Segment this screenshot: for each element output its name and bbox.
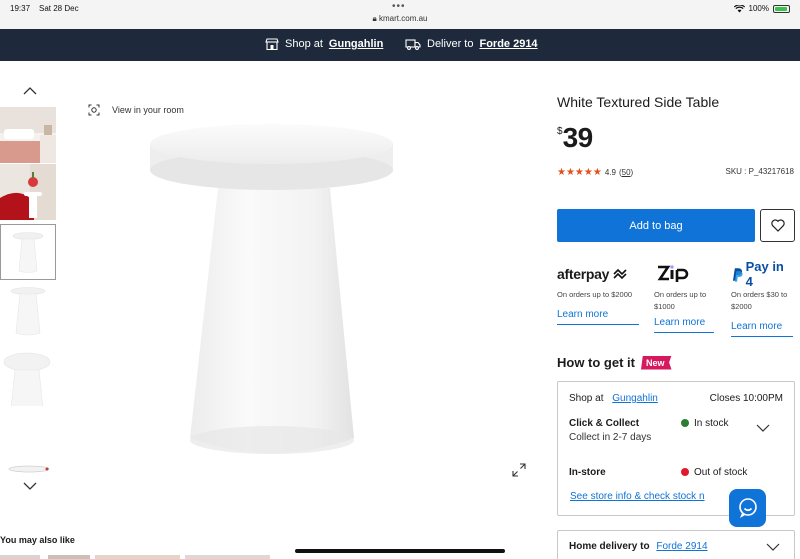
paypal-logo: Pay in 4 [731,259,793,289]
recommendation-thumb[interactable] [0,555,40,559]
zip-option: zip On orders up to $1000 Learn more [654,264,714,333]
battery-percent: 100% [748,4,769,13]
afterpay-arrows-icon [613,268,627,280]
date: Sat 28 Dec [39,4,79,13]
price-amount: 39 [562,122,594,153]
add-to-bag-button[interactable]: Add to bag [557,209,755,242]
store-info-link[interactable]: See store info & check stock n [570,491,705,502]
thumbnail-plain[interactable] [0,285,56,341]
zip-terms: On orders up to $1000 [654,290,707,311]
clock: 19:37 [10,4,31,13]
product-price: $ 39 [557,122,593,154]
delivery-location-link[interactable]: Forde 2914 [479,38,537,50]
view-in-room-button[interactable]: View in your room [88,104,184,116]
home-delivery-location-link[interactable]: Forde 2914 [656,541,707,552]
click-collect-title: Click & Collect [569,418,640,429]
you-may-also-like-heading: You may also like [0,535,75,545]
thumbnail-bedroom[interactable] [0,107,56,163]
chevron-up-icon[interactable] [23,86,37,95]
address-bar[interactable]: 🔒︎ kmart.com.au [0,14,800,24]
thumbnail-christmas[interactable] [0,164,56,220]
star-rating-icon: ★★★★★ [557,167,602,178]
shop-at-label: Shop at [285,38,323,50]
in-store-status: Out of stock [681,467,747,478]
chevron-down-icon[interactable] [756,424,770,432]
afterpay-learn-more-link[interactable]: Learn more [557,307,639,325]
lock-icon: 🔒︎ [372,14,377,23]
view-in-room-label: View in your room [112,105,184,115]
store-link[interactable]: Gungahlin [612,393,658,404]
home-delivery-label: Home delivery to [569,541,650,552]
afterpay-option: afterpay On orders up to $2000 Learn mor… [557,264,639,325]
home-indicator[interactable] [295,549,505,553]
sku: SKU : P_43217618 [725,167,795,176]
home-delivery-card[interactable]: Home delivery to Forde 2914 [557,530,795,559]
afterpay-terms: On orders up to $2000 [557,290,633,299]
wishlist-button[interactable] [760,209,795,242]
status-bar: 19:37 Sat 28 Dec ••• 🔒︎ kmart.com.au 100… [0,0,800,29]
expand-icon[interactable] [512,463,526,477]
chat-button[interactable] [729,489,766,527]
review-count[interactable]: (50) [619,168,633,177]
review-count-link[interactable]: 50 [622,168,631,177]
click-collect-subtitle: Collect in 2-7 days [569,432,652,443]
thumbnail-top[interactable] [0,459,56,479]
deliver-to[interactable]: Deliver to Forde 2914 [405,38,538,50]
in-stock-dot-icon [681,419,689,427]
wifi-icon [733,4,745,12]
paypal-terms: On orders $30 to $2000 [731,290,788,311]
heart-icon [770,219,785,232]
zip-learn-more-link[interactable]: Learn more [654,315,714,333]
thumbnail-tall[interactable] [0,350,56,406]
ar-icon [88,104,100,116]
afterpay-logo: afterpay [557,264,639,284]
shop-at-store[interactable]: Shop at Gungahlin [265,38,383,50]
out-of-stock-dot-icon [681,468,689,476]
recommendation-thumb[interactable] [185,555,270,559]
chevron-down-icon[interactable] [766,543,780,551]
paypal-option: Pay in 4 On orders $30 to $2000 Learn mo… [731,259,793,337]
new-badge: New [641,355,672,370]
paypal-icon [732,267,743,282]
rating-value: 4.9 [604,168,616,177]
recommendation-thumb[interactable] [48,555,90,559]
product-rating[interactable]: ★★★★★ 4.9 (50) [557,167,633,178]
in-store-title: In-store [569,467,606,478]
recommendation-thumb[interactable] [95,555,180,559]
chat-icon [738,498,757,518]
click-collect-status: In stock [681,418,728,429]
paypal-learn-more-link[interactable]: Learn more [731,319,793,337]
store-icon [265,38,279,50]
zip-logo: zip [654,264,714,284]
store-hours: Closes 10:00PM [709,393,783,404]
chevron-down-icon[interactable] [23,482,37,491]
product-image[interactable] [140,118,400,468]
battery-icon [773,4,790,13]
shop-at-row: Shop at Gungahlin [569,393,658,404]
deliver-to-label: Deliver to [427,38,474,50]
thumbnail-front[interactable] [0,224,56,280]
product-title: White Textured Side Table [557,94,720,110]
more-dots-icon[interactable]: ••• [392,1,406,12]
store-link[interactable]: Gungahlin [329,38,383,50]
truck-icon [405,39,421,50]
store-bar: Shop at Gungahlin Deliver to Forde 2914 [0,29,800,61]
url-text: kmart.com.au [379,14,428,23]
how-to-get-it-heading: How to get it New [557,355,672,370]
